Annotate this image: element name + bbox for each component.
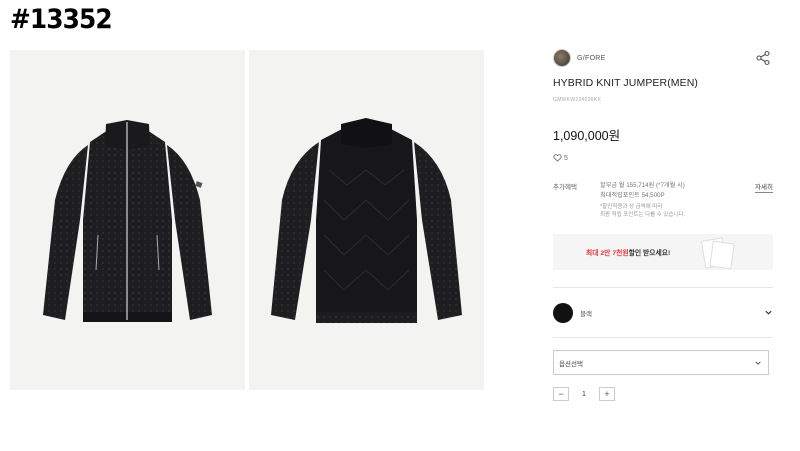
coupon-text: 할인 받으세요! (628, 250, 671, 257)
color-label: 블랙 (580, 311, 592, 318)
product-image-back[interactable] (249, 50, 484, 390)
heart-icon[interactable] (553, 154, 562, 162)
post-number: #13352 (10, 4, 113, 35)
option-select[interactable]: 옵션선택 (553, 350, 769, 375)
like-count-value: 5 (564, 154, 568, 162)
jacket-back-illustration (271, 118, 462, 323)
option-select-placeholder: 옵션선택 (559, 360, 583, 368)
coupon-banner[interactable]: 최대 2만 7천원 할인 받으세요! (553, 234, 773, 270)
divider (553, 287, 773, 288)
benefit-note: *할인적용과 상 금액에 따라 최종 적립 포인트는 다를 수 있습니다. (600, 204, 685, 219)
product-code: GMWKW234028KX (553, 97, 602, 103)
share-icon[interactable] (755, 50, 771, 66)
benefit-more-link[interactable]: 자세히 (755, 181, 773, 193)
benefit-details: 할부금 월 155,714원 (*7개월 시) 최대적립포인트 54,500P … (600, 181, 685, 219)
color-selector[interactable]: 블랙 (553, 301, 773, 325)
benefit-label: 추가혜택 (553, 184, 577, 191)
benefit-section: 추가혜택 할부금 월 155,714원 (*7개월 시) 최대적립포인트 54,… (553, 181, 773, 229)
installment-text: 할부금 월 155,714원 (*7개월 시) (600, 182, 685, 189)
brand-name[interactable]: G/FORE (577, 55, 606, 62)
benefit-note-line2: 최종 적립 포인트는 다를 수 있습니다. (600, 211, 686, 218)
quantity-stepper: − 1 + (553, 387, 773, 401)
product-name: HYBRID KNIT JUMPER(MEN) (553, 77, 699, 89)
brand-avatar[interactable] (553, 49, 571, 67)
plus-icon[interactable]: + (599, 387, 615, 401)
brand-row: G/FORE (553, 46, 773, 70)
minus-icon[interactable]: − (553, 387, 569, 401)
product-image-front[interactable] (10, 50, 245, 390)
divider (553, 337, 773, 338)
jacket-front-illustration (43, 120, 212, 322)
quantity-value[interactable]: 1 (569, 391, 599, 398)
benefit-note-line1: *할인적용과 상 금액에 따라 (600, 204, 663, 210)
product-price: 1,090,000원 (553, 129, 621, 143)
like-count[interactable]: 5 (553, 154, 773, 162)
chevron-down-icon (755, 361, 761, 365)
product-info-panel: G/FORE HYBRID KNIT JUMPER(MEN) GMWKW2340… (553, 46, 773, 401)
chevron-down-icon[interactable] (764, 308, 773, 317)
color-swatch-black[interactable] (553, 303, 573, 323)
points-text: 최대적립포인트 54,500P (600, 191, 665, 199)
coupon-card-graphic (709, 240, 735, 270)
coupon-highlight: 최대 2만 7천원 (586, 250, 629, 257)
